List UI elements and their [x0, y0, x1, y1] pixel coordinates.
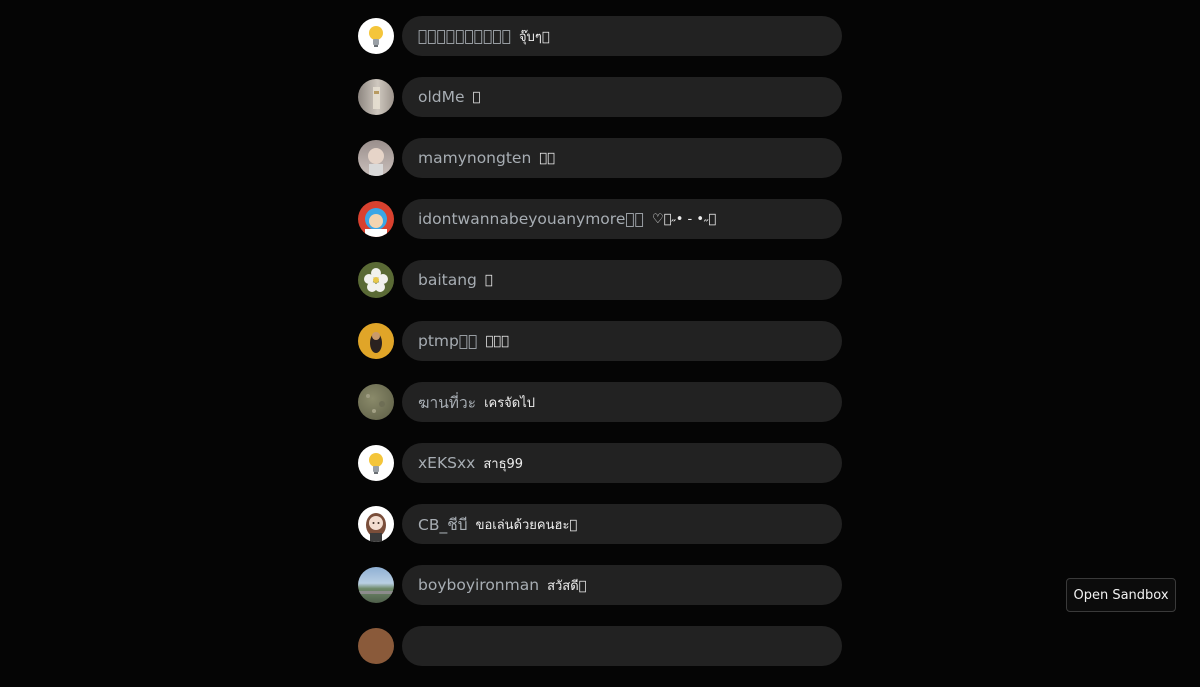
user-avatar[interactable] [358, 140, 394, 176]
comment-text: 􏿿 [484, 272, 493, 288]
comment-row: boyboyironman สวัสดี􏿿 [358, 565, 842, 605]
comment-row: idontwannabeyouanymore􏿿􏿿 ♡􏿿˶• - •˶􏿿 [358, 199, 842, 239]
comment-username[interactable]: ฆานที่วะ [418, 390, 476, 415]
comment-text: เครจัดไป [484, 395, 536, 411]
comment-username[interactable]: ptmp􏿿􏿿 [418, 332, 477, 350]
user-avatar[interactable] [358, 79, 394, 115]
comment-bubble [402, 626, 842, 666]
comment-bubble: ptmp􏿿􏿿 􏿿􏿿􏿿 [402, 321, 842, 361]
user-avatar[interactable] [358, 567, 394, 603]
comment-username[interactable]: CB_ชีบี [418, 512, 468, 537]
user-avatar[interactable] [358, 628, 394, 664]
comment-bubble: mamynongten 􏿿􏿿 [402, 138, 842, 178]
comment-bubble: CB_ชีบี ขอเล่นด้วยคนฮะ􏿿 [402, 504, 842, 544]
comment-username[interactable]: idontwannabeyouanymore􏿿􏿿 [418, 210, 644, 228]
comment-bubble: 􏿿􏿿􏿿􏿿􏿿􏿿􏿿􏿿􏿿􏿿 จุ๊บๆ􏿿 [402, 16, 842, 56]
comment-row: mamynongten 􏿿􏿿 [358, 138, 842, 178]
comment-text: ♡􏿿˶• - •˶􏿿 [651, 212, 717, 227]
cartoon-character-icon [365, 208, 387, 237]
user-avatar[interactable] [358, 18, 394, 54]
comment-bubble: oldMe 􏿿 [402, 77, 842, 117]
comment-bubble: boyboyironman สวัสดี􏿿 [402, 565, 842, 605]
user-avatar[interactable] [358, 201, 394, 237]
landscape-thumbnail [358, 591, 394, 594]
comment-text: สวัสดี􏿿 [547, 578, 587, 594]
comment-row: ฆานที่วะ เครจัดไป [358, 382, 842, 422]
comment-row: oldMe 􏿿 [358, 77, 842, 117]
comment-bubble: baitang 􏿿 [402, 260, 842, 300]
user-avatar[interactable] [358, 262, 394, 298]
photo-thumbnail [366, 394, 385, 413]
comment-row: 􏿿􏿿􏿿􏿿􏿿􏿿􏿿􏿿􏿿􏿿 จุ๊บๆ􏿿 [358, 16, 842, 56]
comment-row: ptmp􏿿􏿿 􏿿􏿿􏿿 [358, 321, 842, 361]
comment-username[interactable]: baitang [418, 271, 477, 289]
user-avatar[interactable] [358, 445, 394, 481]
comment-text: 􏿿 [472, 89, 481, 105]
comment-text: สาธุ99 [483, 456, 524, 472]
comment-row: CB_ชีบี ขอเล่นด้วยคนฮะ􏿿 [358, 504, 842, 544]
photo-thumbnail [373, 87, 380, 109]
lightbulb-icon [369, 453, 383, 474]
comment-row: xEKSxx สาธุ99 [358, 443, 842, 483]
lightbulb-icon [369, 26, 383, 47]
comment-username[interactable]: mamynongten [418, 149, 531, 167]
comment-text: 􏿿􏿿 [539, 150, 555, 166]
user-avatar[interactable] [358, 384, 394, 420]
user-avatar[interactable] [358, 323, 394, 359]
comment-username[interactable]: oldMe [418, 88, 465, 106]
user-avatar[interactable] [358, 506, 394, 542]
photo-thumbnail [370, 332, 382, 353]
comment-feed: 􏿿􏿿􏿿􏿿􏿿􏿿􏿿􏿿􏿿􏿿 จุ๊บๆ􏿿 oldMe 􏿿 mamynongten [358, 16, 842, 687]
comment-row [358, 626, 842, 666]
comment-bubble: ฆานที่วะ เครจัดไป [402, 382, 842, 422]
girl-character-icon [366, 513, 386, 542]
comment-username[interactable]: xEKSxx [418, 454, 475, 472]
comment-bubble: xEKSxx สาธุ99 [402, 443, 842, 483]
comment-username[interactable]: 􏿿􏿿􏿿􏿿􏿿􏿿􏿿􏿿􏿿􏿿 [418, 27, 511, 45]
photo-thumbnail [368, 148, 384, 176]
comment-row: baitang 􏿿 [358, 260, 842, 300]
open-sandbox-button[interactable]: Open Sandbox [1066, 578, 1176, 612]
comment-bubble: idontwannabeyouanymore􏿿􏿿 ♡􏿿˶• - •˶􏿿 [402, 199, 842, 239]
flower-icon [364, 268, 388, 292]
comment-text: ขอเล่นด้วยคนฮะ􏿿 [475, 517, 578, 533]
comment-text: จุ๊บๆ􏿿 [519, 29, 550, 45]
comment-text: 􏿿􏿿􏿿 [485, 333, 509, 349]
comment-username[interactable]: boyboyironman [418, 576, 539, 594]
